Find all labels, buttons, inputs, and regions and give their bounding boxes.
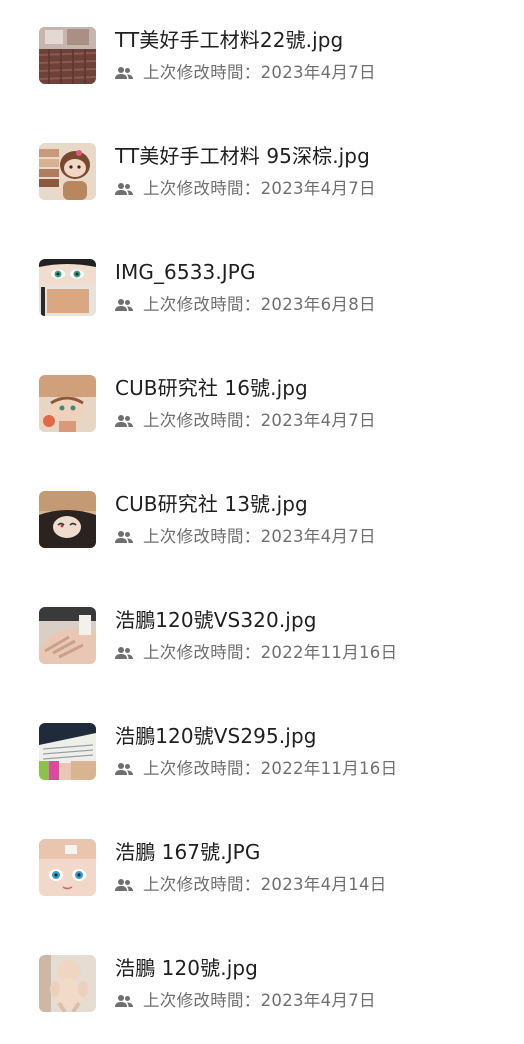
thumbnail-image	[39, 143, 96, 200]
file-row[interactable]: CUB研究社 16號.jpg 上次修改時間： 2023年4月7日	[0, 348, 524, 464]
file-thumbnail[interactable]	[39, 143, 96, 200]
file-meta: 上次修改時間： 2023年4月14日	[115, 874, 387, 896]
file-row[interactable]: CUB研究社 13號.jpg 上次修改時間： 2023年4月7日	[0, 464, 524, 580]
modified-label: 上次修改時間：	[143, 527, 261, 546]
people-icon	[115, 182, 133, 196]
file-thumbnail[interactable]	[39, 955, 96, 1012]
file-row[interactable]: TT美好手工材料22號.jpg 上次修改時間： 2023年4月7日	[0, 0, 524, 116]
thumbnail-image	[39, 491, 96, 548]
file-name: 浩鵬120號VS295.jpg	[115, 724, 317, 748]
file-name: 浩鵬 167號.JPG	[115, 840, 261, 864]
modified-label: 上次修改時間：	[143, 875, 261, 894]
modified-date: 2022年11月16日	[260, 759, 398, 778]
file-meta: 上次修改時間： 2022年11月16日	[115, 758, 397, 780]
people-icon	[115, 66, 133, 80]
file-meta: 上次修改時間： 2023年4月7日	[115, 526, 376, 548]
file-list: TT美好手工材料22號.jpg 上次修改時間： 2023年4月7日 TT美好手工…	[0, 0, 524, 1024]
modified-date: 2023年6月8日	[260, 295, 376, 314]
file-row[interactable]: 浩鵬 167號.JPG 上次修改時間： 2023年4月14日	[0, 812, 524, 928]
modified-label: 上次修改時間：	[143, 411, 261, 430]
thumbnail-image	[39, 723, 96, 780]
file-name: CUB研究社 13號.jpg	[115, 492, 308, 516]
file-thumbnail[interactable]	[39, 839, 96, 896]
modified-label: 上次修改時間：	[143, 295, 261, 314]
people-icon	[115, 646, 133, 660]
modified-date: 2023年4月14日	[260, 875, 387, 894]
modified-label: 上次修改時間：	[143, 63, 261, 82]
file-thumbnail[interactable]	[39, 491, 96, 548]
people-icon	[115, 414, 133, 428]
modified-date: 2022年11月16日	[260, 643, 398, 662]
thumbnail-image	[39, 375, 96, 432]
thumbnail-image	[39, 607, 96, 664]
file-name: 浩鵬120號VS320.jpg	[115, 608, 317, 632]
modified-date: 2023年4月7日	[260, 991, 376, 1010]
file-thumbnail[interactable]	[39, 259, 96, 316]
people-icon	[115, 530, 133, 544]
thumbnail-image	[39, 27, 96, 84]
thumbnail-image	[39, 955, 96, 1012]
file-thumbnail[interactable]	[39, 723, 96, 780]
file-meta: 上次修改時間： 2023年4月7日	[115, 410, 376, 432]
file-meta: 上次修改時間： 2023年4月7日	[115, 178, 376, 200]
modified-date: 2023年4月7日	[260, 527, 376, 546]
modified-date: 2023年4月7日	[260, 411, 376, 430]
file-meta: 上次修改時間： 2022年11月16日	[115, 642, 397, 664]
file-name: 浩鵬 120號.jpg	[115, 956, 258, 980]
file-row[interactable]: IMG_6533.JPG 上次修改時間： 2023年6月8日	[0, 232, 524, 348]
file-meta: 上次修改時間： 2023年4月7日	[115, 62, 376, 84]
file-name: CUB研究社 16號.jpg	[115, 376, 308, 400]
file-row[interactable]: 浩鵬 120號.jpg 上次修改時間： 2023年4月7日	[0, 928, 524, 1044]
modified-label: 上次修改時間：	[143, 991, 261, 1010]
file-row[interactable]: TT美好手工材料 95深棕.jpg 上次修改時間： 2023年4月7日	[0, 116, 524, 232]
people-icon	[115, 762, 133, 776]
modified-date: 2023年4月7日	[260, 63, 376, 82]
file-thumbnail[interactable]	[39, 27, 96, 84]
people-icon	[115, 994, 133, 1008]
people-icon	[115, 878, 133, 892]
thumbnail-image	[39, 259, 96, 316]
file-meta: 上次修改時間： 2023年6月8日	[115, 294, 376, 316]
file-name: TT美好手工材料 95深棕.jpg	[115, 144, 370, 168]
thumbnail-image	[39, 839, 96, 896]
file-thumbnail[interactable]	[39, 607, 96, 664]
modified-date: 2023年4月7日	[260, 179, 376, 198]
modified-label: 上次修改時間：	[143, 759, 261, 778]
file-name: TT美好手工材料22號.jpg	[115, 28, 344, 52]
file-row[interactable]: 浩鵬120號VS295.jpg 上次修改時間： 2022年11月16日	[0, 696, 524, 812]
file-name: IMG_6533.JPG	[115, 260, 256, 284]
file-thumbnail[interactable]	[39, 375, 96, 432]
modified-label: 上次修改時間：	[143, 643, 261, 662]
people-icon	[115, 298, 133, 312]
file-meta: 上次修改時間： 2023年4月7日	[115, 990, 376, 1012]
file-row[interactable]: 浩鵬120號VS320.jpg 上次修改時間： 2022年11月16日	[0, 580, 524, 696]
modified-label: 上次修改時間：	[143, 179, 261, 198]
